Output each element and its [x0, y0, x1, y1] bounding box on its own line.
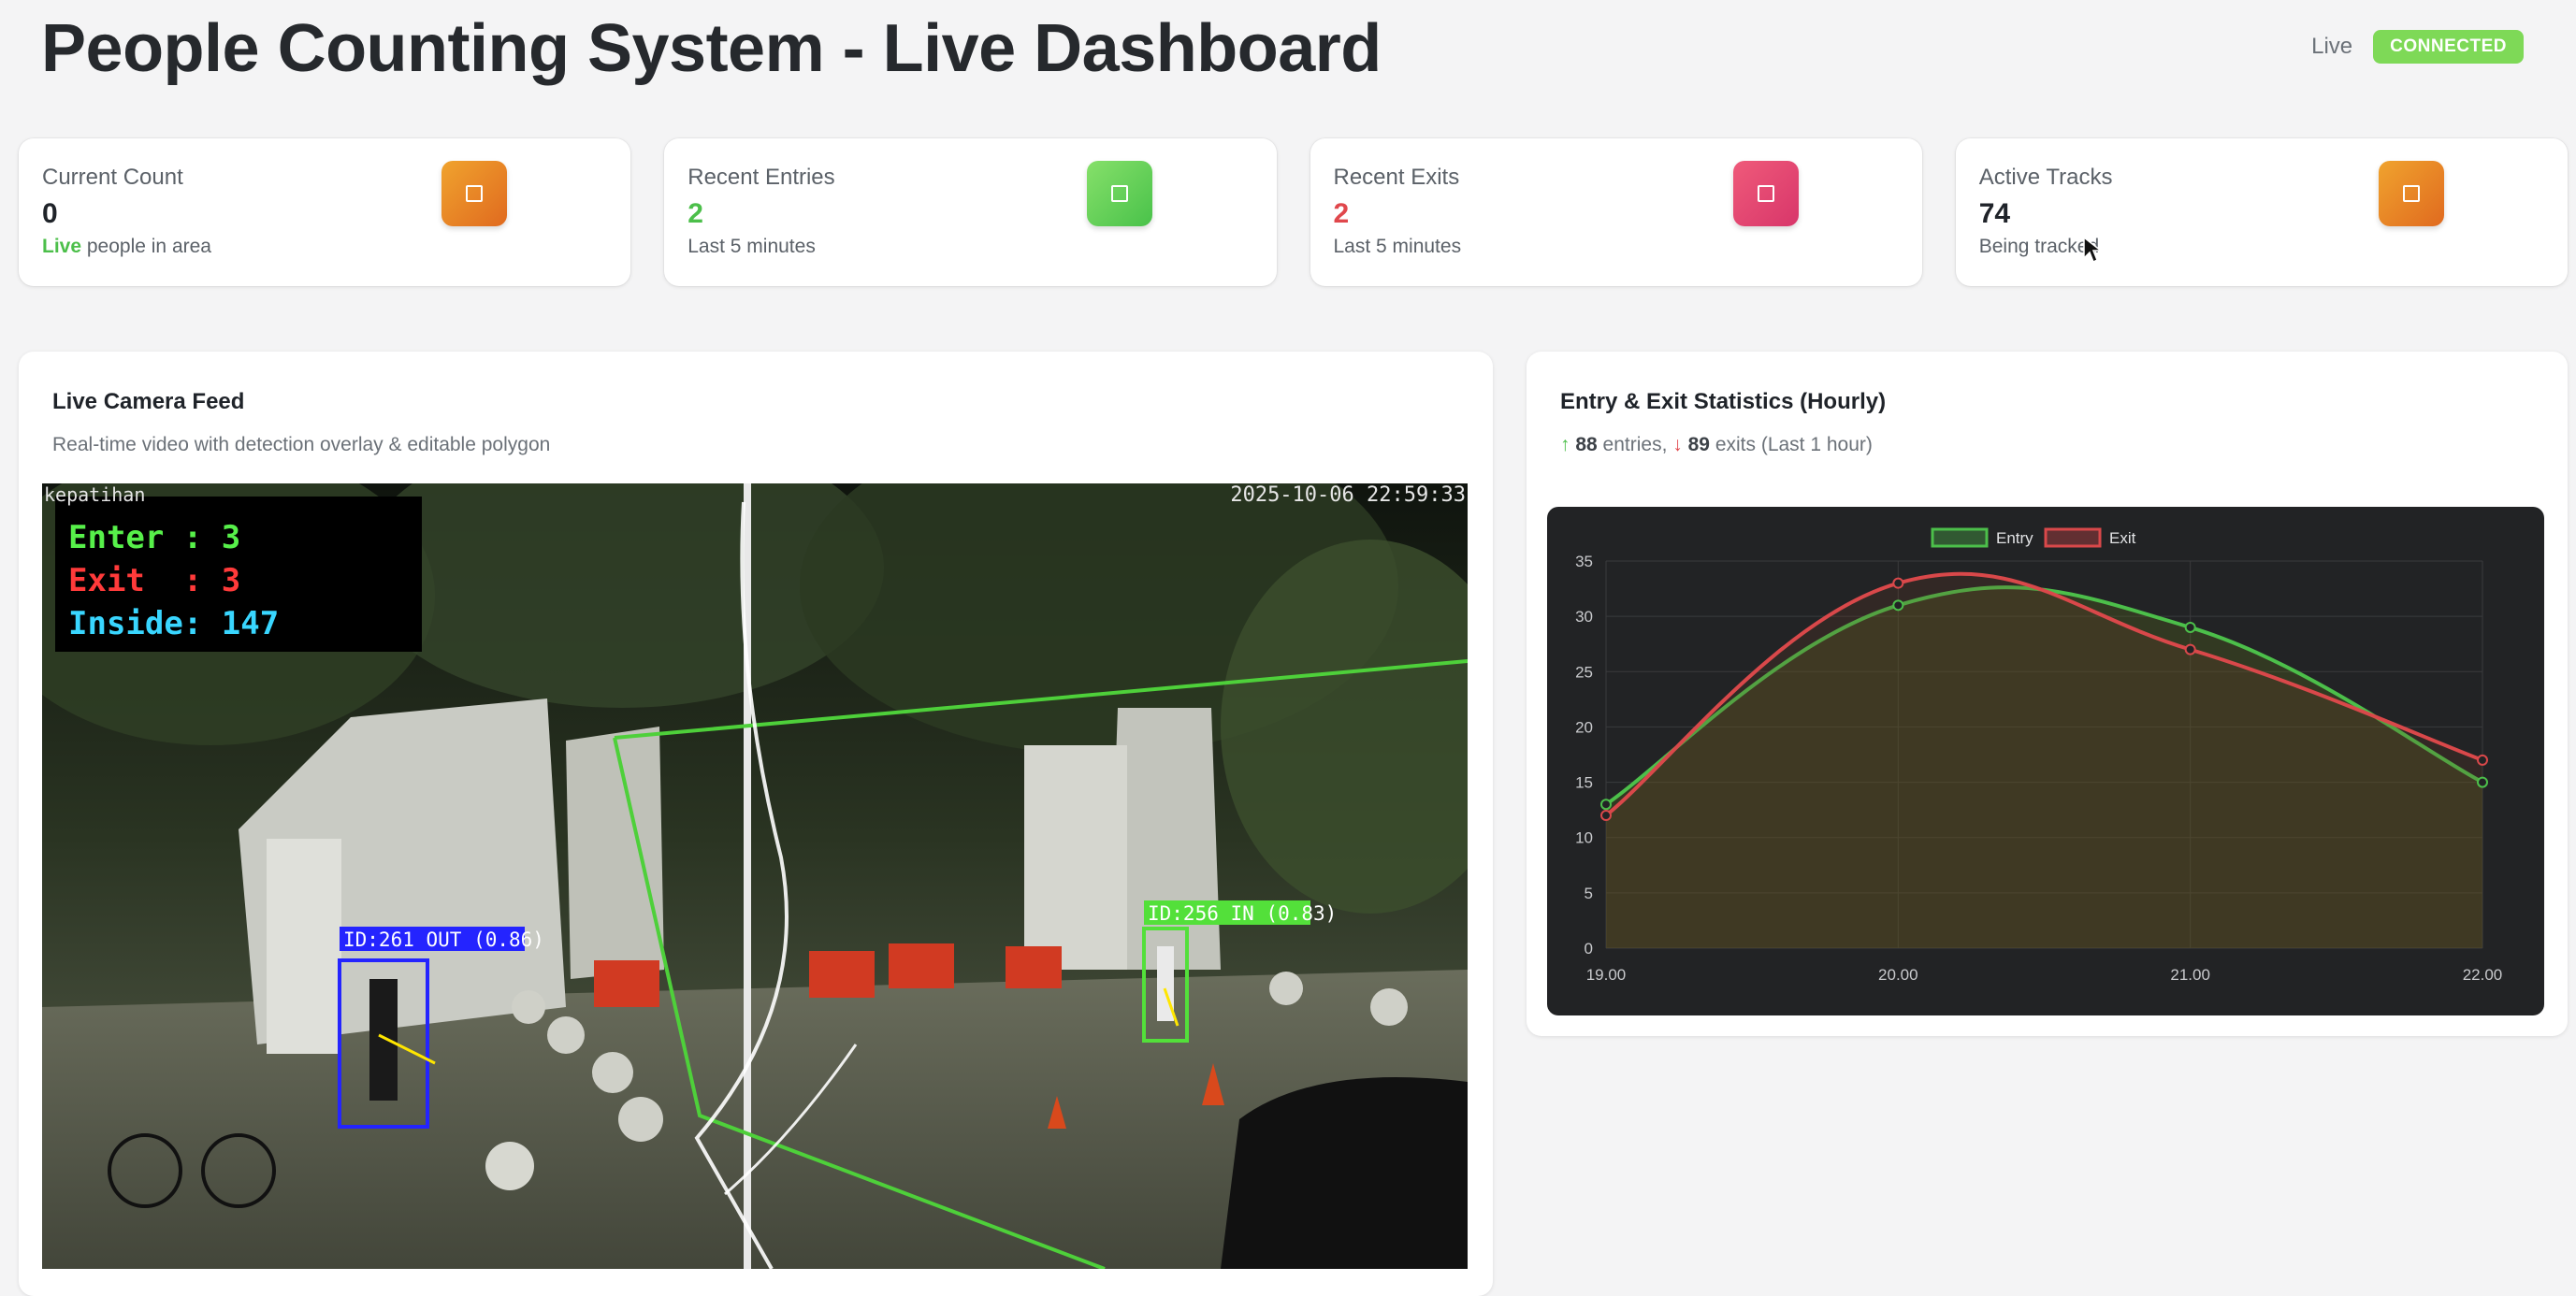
x-tick-label: 20.00	[1878, 966, 1918, 984]
exits-value: 89	[1687, 434, 1710, 455]
arrow-up-icon: ↑	[1560, 434, 1570, 455]
exits-text: exits (Last 1 hour)	[1715, 434, 1873, 455]
square-icon	[1087, 161, 1153, 226]
statistics-summary: ↑ 88 entries, ↓ 89 exits (Last 1 hour)	[1560, 434, 1873, 456]
data-point-entry	[2184, 621, 2196, 633]
legend-swatch-exit	[2044, 527, 2102, 548]
camera-video-feed[interactable]: ID:261 OUT (0.86) ID:256 IN (0.83) kepat…	[42, 483, 1468, 1269]
x-tick-label: 21.00	[2170, 966, 2210, 984]
live-label: Live	[2311, 34, 2353, 59]
y-tick-label: 10	[1575, 829, 1593, 847]
data-point-entry	[2477, 776, 2488, 788]
square-icon	[2378, 161, 2444, 226]
data-point-entry	[1892, 599, 1904, 612]
arrow-down-icon: ↓	[1672, 434, 1683, 455]
connection-status: Live CONNECTED	[2311, 30, 2524, 64]
camera-panel: Live Camera Feed Real-time video with de…	[19, 352, 1493, 1296]
y-tick-label: 0	[1585, 940, 1593, 958]
data-point-exit	[1600, 810, 1612, 822]
stat-subtext: Being tracked	[1978, 236, 2100, 257]
legend-label-exit: Exit	[2109, 529, 2136, 547]
overlay-inside-count: Inside: 147	[68, 605, 280, 642]
hourly-line-chart[interactable]: 0 5 10 15 20 25 30 35 19.00 20.00 21.00 22.00 Entry E…	[1547, 507, 2544, 1015]
chart-svg: 0 5 10 15 20 25 30 35 19.00 20.00 21.00 22.00 Entry E…	[1575, 527, 2503, 984]
detection-label-in: ID:256 IN (0.83)	[1148, 902, 1337, 925]
stat-card-recent-entries: Recent Entries 2 Last 5 minutes	[664, 138, 1277, 286]
statistics-panel-title: Entry & Exit Statistics (Hourly)	[1560, 389, 1887, 414]
stat-subtext: Last 5 minutes	[1333, 236, 1462, 257]
statistics-panel: Entry & Exit Statistics (Hourly) ↑ 88 en…	[1527, 352, 2568, 1036]
y-tick-label: 5	[1585, 885, 1593, 902]
data-point-exit	[2477, 754, 2488, 766]
y-tick-label: 35	[1575, 553, 1593, 570]
entries-value: 88	[1575, 434, 1598, 455]
camera-panel-subtitle: Real-time video with detection overlay &…	[52, 434, 551, 455]
stat-card-active-tracks: Active Tracks 74 Being tracked	[1955, 138, 2568, 286]
stat-card-recent-exits: Recent Exits 2 Last 5 minutes	[1310, 138, 1922, 286]
stat-label: Recent Exits	[1333, 165, 1460, 190]
data-point-entry	[1600, 799, 1612, 811]
series-area-exit	[1606, 573, 2482, 948]
video-timestamp: 2025-10-06 22:59:33	[1230, 483, 1466, 507]
stat-value: 74	[1978, 198, 2011, 229]
y-tick-label: 15	[1575, 774, 1593, 792]
legend-swatch-entry	[1931, 527, 1989, 548]
stat-subtext: Live people in area	[42, 236, 211, 258]
y-tick-label: 20	[1575, 718, 1593, 736]
square-icon	[441, 161, 507, 226]
page-title: People Counting System - Live Dashboard	[41, 11, 1382, 86]
status-badge: CONNECTED	[2373, 30, 2524, 64]
stats-row: Current Count 0 Live people in area Rece…	[19, 138, 2568, 286]
y-tick-label: 25	[1575, 663, 1593, 681]
stat-value: 2	[1333, 198, 1350, 229]
mouse-cursor-icon	[2083, 236, 2103, 264]
stat-label: Recent Entries	[687, 165, 835, 190]
y-tick-label: 30	[1575, 608, 1593, 626]
video-watermark: kepatihan	[44, 483, 146, 506]
square-icon	[1732, 161, 1799, 226]
overlay-enter-count: Enter : 3	[68, 519, 241, 556]
stat-subtext-rest: people in area	[81, 236, 211, 257]
detection-label-out: ID:261 OUT (0.86)	[343, 929, 544, 951]
x-tick-label: 22.00	[2463, 966, 2503, 984]
stat-subtext: Last 5 minutes	[687, 236, 816, 257]
entries-text: entries,	[1602, 434, 1668, 455]
camera-panel-title: Live Camera Feed	[52, 389, 245, 414]
x-tick-label: 19.00	[1586, 966, 1627, 984]
overlay-exit-count: Exit : 3	[68, 562, 241, 599]
legend-label-entry: Entry	[1996, 529, 2033, 547]
stat-label: Active Tracks	[1978, 165, 2113, 190]
stat-value: 2	[687, 198, 703, 229]
camera-scene: ID:261 OUT (0.86) ID:256 IN (0.83)	[42, 483, 1468, 1269]
stat-label: Current Count	[42, 165, 183, 190]
stat-card-current-count: Current Count 0 Live people in area	[19, 138, 631, 286]
live-highlight: Live	[42, 236, 82, 257]
stat-value: 0	[42, 198, 58, 229]
data-point-exit	[1892, 577, 1904, 589]
data-point-exit	[2184, 643, 2196, 655]
